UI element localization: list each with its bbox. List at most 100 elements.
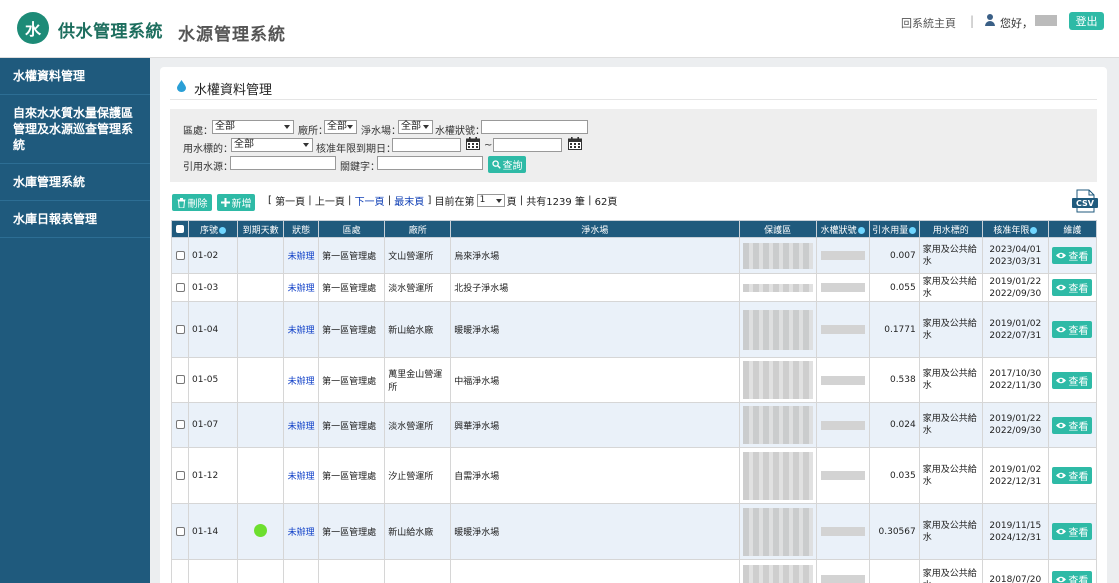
cell-purification: 北投子淨水場 [450, 273, 740, 302]
csv-export-icon[interactable]: CSV [1072, 189, 1098, 213]
cell-status[interactable]: 未辦理 [283, 237, 320, 274]
cell-seq: 01-14 [188, 503, 239, 560]
trash-icon [177, 197, 185, 208]
cell-usage: 0.055 [868, 273, 920, 302]
row-checkbox[interactable] [175, 282, 185, 292]
eye-icon [1056, 576, 1067, 583]
row-checkbox-cell[interactable] [170, 559, 190, 583]
row-checkbox[interactable] [175, 375, 185, 384]
range-separator: ~ [484, 140, 493, 151]
usage-label: 用水標的： [183, 144, 233, 155]
cell-plant: 淡水營運所 [384, 402, 452, 448]
region-select[interactable]: 全部 [212, 120, 294, 134]
cell-approval: 2019/01/02 2022/12/31 [981, 447, 1049, 504]
col-usage[interactable]: 引水用量 [868, 220, 920, 238]
cell-seq: 01-04 [188, 301, 239, 358]
sidebar-item-water-rights[interactable]: 水權資料管理 [0, 58, 150, 95]
title-divider [170, 99, 1097, 100]
row-checkbox[interactable] [175, 324, 185, 334]
masked-username [1035, 15, 1057, 26]
prev-page-link[interactable]: 上一頁 [315, 193, 345, 208]
user-icon [985, 14, 995, 26]
cell-status[interactable]: 未辦理 [283, 273, 320, 302]
row-checkbox[interactable] [175, 470, 185, 480]
main-card: 水權資料管理 區處： 全部 廠所： 全部 淨水場： 全部 水權狀號： 用水標的：… [160, 67, 1107, 583]
cell-plant: 新山給水廠 [384, 503, 452, 560]
usage-select[interactable]: 全部 [231, 138, 313, 152]
view-button[interactable]: 查看 [1052, 523, 1093, 540]
cell-protection [738, 402, 817, 448]
view-button[interactable]: 查看 [1052, 247, 1093, 264]
row-checkbox[interactable] [175, 420, 185, 429]
cell-status[interactable]: 未辦理 [283, 301, 320, 358]
source-input[interactable] [230, 156, 336, 170]
cell-days [237, 402, 285, 448]
home-link[interactable]: 回系統主頁 [901, 15, 956, 31]
view-button[interactable]: 查看 [1052, 416, 1093, 434]
col-approval[interactable]: 核准年限 [981, 220, 1049, 238]
row-checkbox-cell[interactable] [170, 273, 190, 302]
cell-status[interactable]: 未辦理 [283, 357, 320, 403]
cell-protection [738, 357, 817, 403]
sidebar-item-reservoir[interactable]: 水庫管理系統 [0, 164, 150, 201]
row-checkbox-cell[interactable] [170, 357, 190, 403]
eye-icon [1056, 284, 1067, 291]
search-button[interactable]: 查詢 [488, 156, 526, 173]
cell-status[interactable]: 未辦理 [283, 402, 320, 448]
cell-seq: 01-02 [188, 237, 239, 274]
sidebar-item-protection-zone[interactable]: 自來水水質水量保護區管理及水源巡查管理系統 [0, 95, 150, 164]
current-page-prefix: 目前在第 [434, 197, 475, 208]
select-all-header[interactable] [170, 220, 190, 238]
table-row: 家用及公共給水2018/07/20查看 [170, 559, 1098, 583]
masked-protection [742, 242, 813, 269]
rights-status-input[interactable] [481, 120, 588, 134]
view-button[interactable]: 查看 [1052, 571, 1093, 583]
cell-approval: 2019/01/02 2022/07/31 [981, 301, 1049, 358]
cell-status[interactable]: 未辦理 [283, 503, 320, 560]
cell-status[interactable] [283, 559, 320, 583]
row-checkbox[interactable] [175, 526, 185, 536]
col-plant: 廠所 [384, 220, 452, 238]
calendar-icon[interactable] [466, 137, 480, 150]
purification-select[interactable]: 全部 [398, 120, 433, 134]
row-checkbox-cell[interactable] [170, 447, 190, 504]
view-button[interactable]: 查看 [1052, 371, 1093, 389]
expiry-start-input[interactable] [392, 138, 461, 152]
row-checkbox-cell[interactable] [170, 301, 190, 358]
expiry-end-input[interactable] [493, 138, 562, 152]
delete-button[interactable]: 刪除 [172, 194, 212, 211]
cell-plant: 萬里金山營運所 [384, 357, 452, 403]
last-page-link[interactable]: 最末頁 [394, 193, 424, 208]
sidebar-item-reservoir-daily[interactable]: 水庫日報表管理 [0, 201, 150, 238]
svg-text:CSV: CSV [1076, 199, 1095, 208]
view-button[interactable]: 查看 [1052, 279, 1093, 296]
cell-status[interactable]: 未辦理 [283, 447, 320, 504]
first-page-link[interactable]: 第一頁 [275, 193, 305, 208]
row-checkbox-cell[interactable] [170, 237, 190, 274]
purification-label: 淨水場： [361, 126, 401, 137]
cell-rights-no [815, 237, 870, 274]
row-checkbox-cell[interactable] [170, 503, 190, 560]
view-button[interactable]: 查看 [1052, 321, 1093, 338]
page-select[interactable]: 1 [476, 194, 505, 207]
add-button[interactable]: 新增 [217, 194, 255, 211]
col-seq[interactable]: 序號 [188, 220, 239, 238]
cell-days [237, 273, 285, 302]
cell-protection [738, 447, 817, 504]
col-rights-no[interactable]: 水權狀號 [815, 220, 870, 238]
cell-rights-no [815, 273, 870, 302]
keyword-input[interactable] [377, 156, 483, 170]
cell-days [237, 237, 285, 274]
plant-select[interactable]: 全部 [324, 120, 357, 134]
next-page-link[interactable]: 下一頁 [355, 193, 385, 208]
cell-usage: 0.538 [868, 357, 920, 403]
logout-button[interactable]: 登出 [1069, 12, 1104, 30]
calendar-icon[interactable] [568, 137, 582, 150]
row-checkbox-cell[interactable] [170, 402, 190, 448]
cell-region: 第一區管理處 [318, 357, 386, 403]
view-button[interactable]: 查看 [1052, 467, 1093, 484]
eye-icon [1056, 472, 1067, 479]
row-checkbox[interactable] [175, 250, 185, 260]
cell-purpose: 家用及公共給水 [918, 503, 983, 560]
masked-protection [742, 451, 813, 500]
